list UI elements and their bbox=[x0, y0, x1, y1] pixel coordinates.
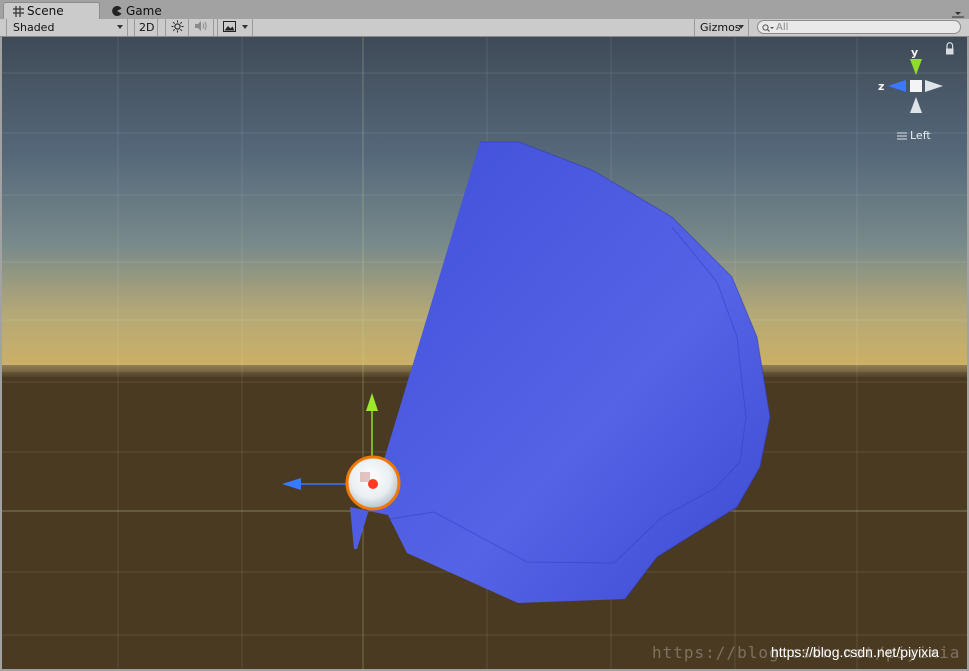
scene-render: y z bbox=[2, 37, 967, 669]
gizmos-dropdown[interactable]: Gizmos bbox=[694, 19, 749, 36]
lighting-toggle-button[interactable] bbox=[165, 19, 189, 36]
tab-game-label: Game bbox=[126, 3, 162, 18]
axis-z-label: z bbox=[878, 80, 884, 93]
hamburger-icon bbox=[897, 132, 907, 140]
shading-mode-dropdown[interactable]: Shaded bbox=[6, 19, 128, 36]
effects-dropdown[interactable] bbox=[217, 19, 253, 36]
search-input[interactable] bbox=[774, 21, 946, 33]
tab-game[interactable]: Game bbox=[103, 2, 193, 19]
tab-scene[interactable]: Scene bbox=[3, 2, 100, 19]
lock-body bbox=[946, 48, 954, 55]
scene-viewport[interactable]: y z Left https://blog.csdn.net/piyixia h… bbox=[2, 37, 967, 669]
watermark-overlay: https://blog.csdn.net/piyixia bbox=[771, 644, 940, 660]
pacman-icon bbox=[111, 5, 123, 17]
plane-handle[interactable] bbox=[360, 472, 370, 482]
scene-window: Scene Game Shaded 2D Gizmos All y z Left… bbox=[0, 0, 969, 671]
scene-search-field[interactable] bbox=[757, 20, 961, 34]
audio-toggle-button[interactable] bbox=[189, 19, 214, 36]
tab-scene-label: Scene bbox=[27, 4, 64, 18]
view-orientation-text: Left bbox=[910, 129, 931, 142]
panel-menu-icon[interactable] bbox=[951, 6, 965, 20]
pivot-point[interactable] bbox=[368, 479, 378, 489]
2d-toggle-label: 2D bbox=[139, 21, 155, 34]
chevron-down-icon bbox=[242, 25, 248, 29]
view-orientation-label[interactable]: Left bbox=[897, 129, 931, 142]
selected-sphere[interactable] bbox=[345, 455, 401, 511]
search-icon bbox=[762, 18, 774, 37]
image-icon bbox=[223, 20, 236, 35]
tab-bar: Scene Game bbox=[0, 0, 969, 20]
chevron-down-icon bbox=[117, 25, 123, 29]
sun-icon bbox=[171, 20, 184, 36]
center-cube-icon[interactable] bbox=[910, 80, 922, 92]
speaker-icon bbox=[194, 20, 208, 35]
scene-toolbar: Shaded 2D Gizmos All bbox=[0, 19, 969, 37]
gizmos-label: Gizmos bbox=[700, 21, 741, 34]
shading-mode-value: Shaded bbox=[13, 21, 55, 34]
axis-y-label: y bbox=[911, 46, 918, 59]
2d-toggle-button[interactable]: 2D bbox=[134, 19, 158, 36]
chevron-down-icon bbox=[738, 25, 744, 29]
grid-icon bbox=[12, 5, 24, 17]
